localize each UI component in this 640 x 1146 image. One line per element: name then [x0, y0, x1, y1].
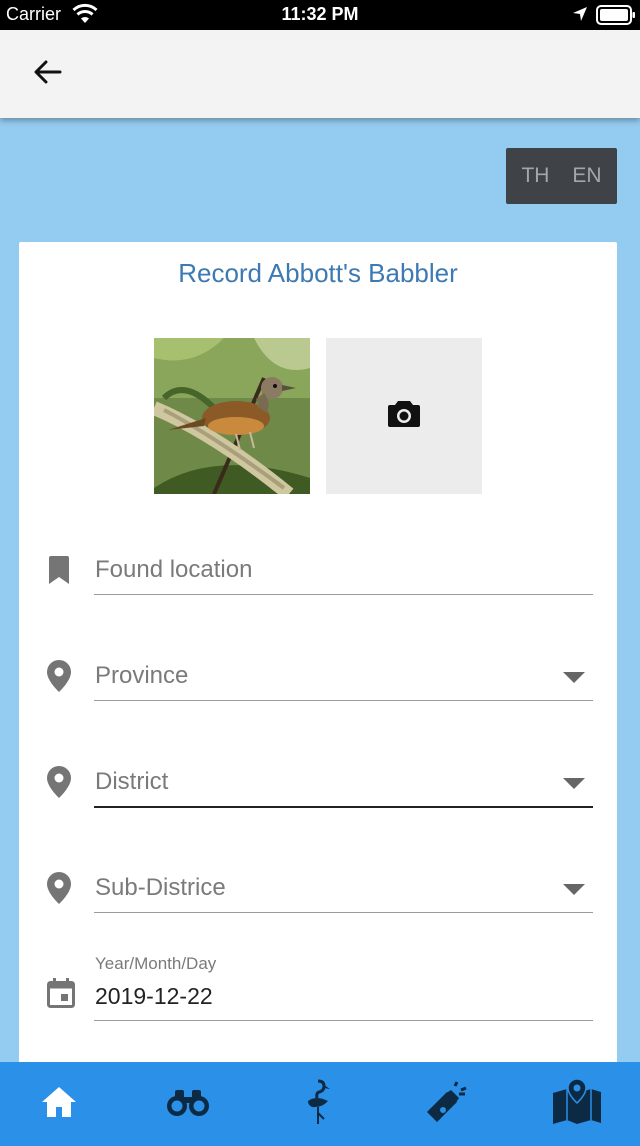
chevron-down-icon — [563, 778, 585, 789]
location-pin-icon — [47, 660, 71, 697]
district-select[interactable]: District — [41, 754, 597, 810]
nav-map[interactable] — [545, 1076, 609, 1132]
chevron-down-icon — [563, 672, 585, 683]
date-field[interactable]: Year/Month/Day 2019-12-22 — [41, 950, 597, 1024]
date-underline — [94, 1020, 593, 1021]
location-arrow-icon — [572, 6, 588, 27]
add-photo-button[interactable] — [326, 338, 482, 494]
lang-en-button[interactable]: EN — [572, 164, 601, 188]
sub-district-underline — [94, 912, 593, 913]
map-icon — [551, 1077, 603, 1130]
bird-photo[interactable] — [154, 338, 310, 494]
binoculars-icon — [166, 1087, 210, 1122]
province-underline — [94, 700, 593, 701]
battery-icon — [596, 5, 636, 30]
language-toggle: TH EN — [506, 148, 617, 204]
district-underline — [94, 806, 593, 808]
chevron-down-icon — [563, 884, 585, 895]
district-label: District — [95, 768, 169, 795]
nav-birds[interactable] — [286, 1076, 350, 1132]
home-icon — [41, 1086, 77, 1123]
app-bar — [0, 30, 640, 118]
back-button[interactable] — [22, 52, 74, 96]
date-caption: Year/Month/Day — [95, 954, 217, 973]
province-label: Province — [95, 662, 189, 689]
sub-district-select[interactable]: Sub-Districe — [41, 860, 597, 916]
camera-icon — [387, 399, 421, 434]
megaphone-icon — [425, 1080, 469, 1129]
bookmark-icon — [47, 556, 71, 589]
lang-th-button[interactable]: TH — [521, 164, 549, 188]
found-location-input[interactable]: Found location — [95, 556, 252, 584]
nav-binoculars[interactable] — [156, 1076, 220, 1132]
record-form-card: Record Abbott's Babbler Found location P… — [19, 242, 617, 1082]
flamingo-icon — [304, 1079, 332, 1130]
arrow-left-icon — [34, 60, 62, 89]
location-pin-icon — [47, 766, 71, 803]
calendar-icon — [47, 978, 75, 1013]
date-input[interactable]: 2019-12-22 — [95, 983, 213, 1010]
location-pin-icon — [47, 872, 71, 909]
bottom-nav — [0, 1062, 640, 1146]
status-bar: Carrier 11:32 PM — [0, 0, 640, 30]
clock: 11:32 PM — [281, 4, 359, 24]
found-location-field[interactable]: Found location — [41, 542, 597, 598]
found-location-underline — [94, 594, 593, 595]
province-select[interactable]: Province — [41, 648, 597, 704]
nav-announcements[interactable] — [415, 1076, 479, 1132]
page-title: Record Abbott's Babbler — [178, 258, 458, 288]
sub-district-label: Sub-Districe — [95, 874, 226, 901]
nav-home[interactable] — [27, 1076, 91, 1132]
